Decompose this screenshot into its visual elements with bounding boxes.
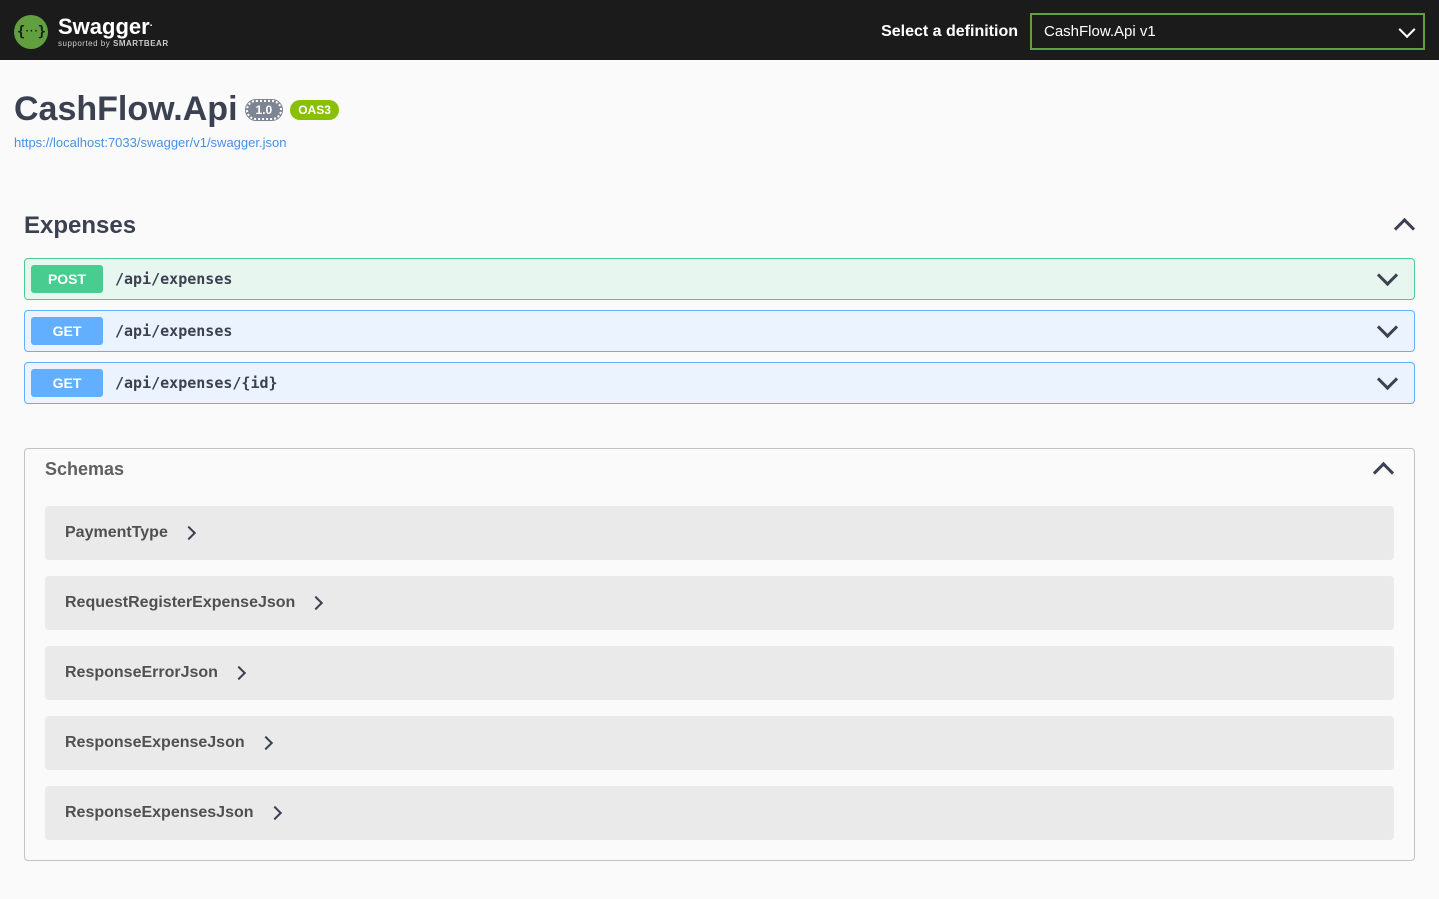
schema-name: RequestRegisterExpenseJson bbox=[65, 594, 295, 612]
schemas-header[interactable]: Schemas bbox=[25, 449, 1414, 490]
chevron-right-icon bbox=[268, 806, 282, 820]
schema-name: ResponseErrorJson bbox=[65, 664, 218, 682]
schema-name: PaymentType bbox=[65, 524, 168, 542]
swagger-logo-icon: {···} bbox=[14, 15, 48, 49]
tag-expenses-header[interactable]: Expenses bbox=[24, 212, 1415, 248]
schema-PaymentType[interactable]: PaymentType bbox=[45, 506, 1394, 560]
operation-get-2[interactable]: GET/api/expenses/{id} bbox=[24, 362, 1415, 404]
schema-ResponseErrorJson[interactable]: ResponseErrorJson bbox=[45, 646, 1394, 700]
method-badge: GET bbox=[31, 317, 103, 345]
operation-path: /api/expenses bbox=[115, 322, 1368, 340]
chevron-down-icon bbox=[1380, 374, 1398, 392]
operation-path: /api/expenses/{id} bbox=[115, 374, 1368, 392]
definition-label: Select a definition bbox=[881, 23, 1018, 41]
topbar-brand[interactable]: {···} Swagger. supported by SMARTBEAR bbox=[14, 15, 169, 49]
chevron-up-icon bbox=[1376, 461, 1394, 479]
schemas-title: Schemas bbox=[45, 459, 124, 480]
method-badge: POST bbox=[31, 265, 103, 293]
operation-path: /api/expenses bbox=[115, 270, 1368, 288]
schema-name: ResponseExpensesJson bbox=[65, 804, 254, 822]
chevron-right-icon bbox=[182, 526, 196, 540]
brand-text: Swagger. supported by SMARTBEAR bbox=[58, 16, 169, 48]
oas-badge: OAS3 bbox=[290, 100, 339, 120]
definition-select[interactable]: CashFlow.Api v1 bbox=[1030, 13, 1425, 50]
version-badge: 1.0 bbox=[246, 100, 283, 120]
schema-name: ResponseExpenseJson bbox=[65, 734, 245, 752]
chevron-down-icon bbox=[1380, 270, 1398, 288]
api-title: CashFlow.Api bbox=[14, 90, 238, 129]
schema-ResponseExpensesJson[interactable]: ResponseExpensesJson bbox=[45, 786, 1394, 840]
operation-post-0[interactable]: POST/api/expenses bbox=[24, 258, 1415, 300]
tag-name: Expenses bbox=[24, 212, 136, 240]
spec-url-link[interactable]: https://localhost:7033/swagger/v1/swagge… bbox=[14, 135, 286, 150]
topbar: {···} Swagger. supported by SMARTBEAR Se… bbox=[0, 0, 1439, 60]
method-badge: GET bbox=[31, 369, 103, 397]
chevron-down-icon bbox=[1380, 322, 1398, 340]
operation-get-1[interactable]: GET/api/expenses bbox=[24, 310, 1415, 352]
chevron-right-icon bbox=[259, 736, 273, 750]
chevron-right-icon bbox=[309, 596, 323, 610]
schema-RequestRegisterExpenseJson[interactable]: RequestRegisterExpenseJson bbox=[45, 576, 1394, 630]
schema-ResponseExpenseJson[interactable]: ResponseExpenseJson bbox=[45, 716, 1394, 770]
chevron-up-icon bbox=[1397, 217, 1415, 235]
chevron-right-icon bbox=[232, 666, 246, 680]
